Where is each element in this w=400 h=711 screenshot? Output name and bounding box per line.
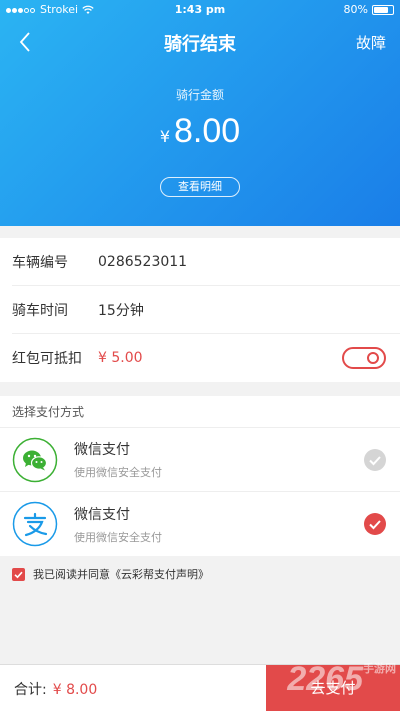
ride-amount-label: 骑行金额 (175, 88, 224, 102)
agreement-checkbox-row[interactable]: 我已阅读并同意《云彩帮支付声明》 (12, 566, 209, 582)
ride-amount: ¥8.00 (0, 112, 400, 151)
red-packet-toggle[interactable] (342, 347, 386, 369)
view-detail-button[interactable]: 查看明细 (160, 177, 240, 197)
ride-time-row: 骑车时间 15分钟 (12, 286, 400, 334)
red-packet-row: 红包可抵扣 ¥ 5.00 (12, 334, 400, 382)
alipay-icon (12, 501, 58, 547)
agreement-text[interactable]: 我已阅读并同意《云彩帮支付声明》 (33, 566, 209, 582)
row-label: 红包可抵扣 (12, 351, 82, 367)
total-summary: 合计: ¥ 8.00 (14, 679, 97, 699)
watermark-subtext: 手游网 (363, 663, 396, 675)
unchecked-icon[interactable] (364, 449, 386, 471)
row-value: 0286523011 (98, 253, 188, 270)
toggle-knob (367, 352, 379, 364)
payment-name: 微信支付 (74, 442, 130, 458)
fault-report-button[interactable]: 故障 (356, 32, 386, 53)
currency-symbol: ¥ (159, 127, 170, 146)
row-label: 骑车时间 (12, 302, 68, 319)
clock: 1:43 pm (174, 3, 226, 16)
payment-desc: 使用微信安全支付 (74, 530, 162, 544)
wechat-icon (12, 437, 58, 483)
watermark-logo: 2265手游网 (287, 660, 396, 699)
row-value: ¥ 5.00 (98, 350, 143, 366)
payment-name: 微信支付 (74, 506, 130, 523)
watermark-text: 2265 (287, 660, 363, 698)
payment-method-card: 选择支付方式 微信支付 使用微信安全支付 微信支付 使用微信安全支付 (0, 396, 400, 556)
payment-option-text: 微信支付 使用微信安全支付 (74, 504, 162, 545)
page-title: 骑行结束 (164, 34, 236, 55)
amount-value: 8.00 (174, 112, 241, 150)
payment-option-alipay[interactable]: 微信支付 使用微信安全支付 (0, 492, 400, 556)
total-amount: ¥ 8.00 (52, 682, 98, 698)
vehicle-number-row: 车辆编号 0286523011 (12, 238, 400, 286)
ride-info-card: 车辆编号 0286523011 骑车时间 15分钟 红包可抵扣 ¥ 5.00 (0, 238, 400, 382)
row-value: 15分钟 (98, 302, 144, 319)
status-bar: Strokei 1:43 pm 80% (0, 0, 400, 20)
total-label: 合计: (14, 682, 47, 698)
checkbox-checked-icon[interactable] (12, 567, 25, 581)
checked-icon[interactable] (364, 513, 386, 535)
battery-icon (372, 4, 394, 15)
header-banner: Strokei 1:43 pm 80% 骑行结束 故障 骑行金额 ¥8.00 查… (0, 0, 400, 226)
payment-section-title: 选择支付方式 (0, 396, 400, 428)
row-label: 车辆编号 (12, 254, 68, 271)
payment-option-text: 微信支付 使用微信安全支付 (74, 439, 162, 480)
nav-bar: 骑行结束 故障 (0, 28, 400, 58)
payment-desc: 使用微信安全支付 (74, 466, 162, 479)
battery-percent: 80% (343, 3, 368, 16)
payment-option-wechat[interactable]: 微信支付 使用微信安全支付 (0, 428, 400, 492)
